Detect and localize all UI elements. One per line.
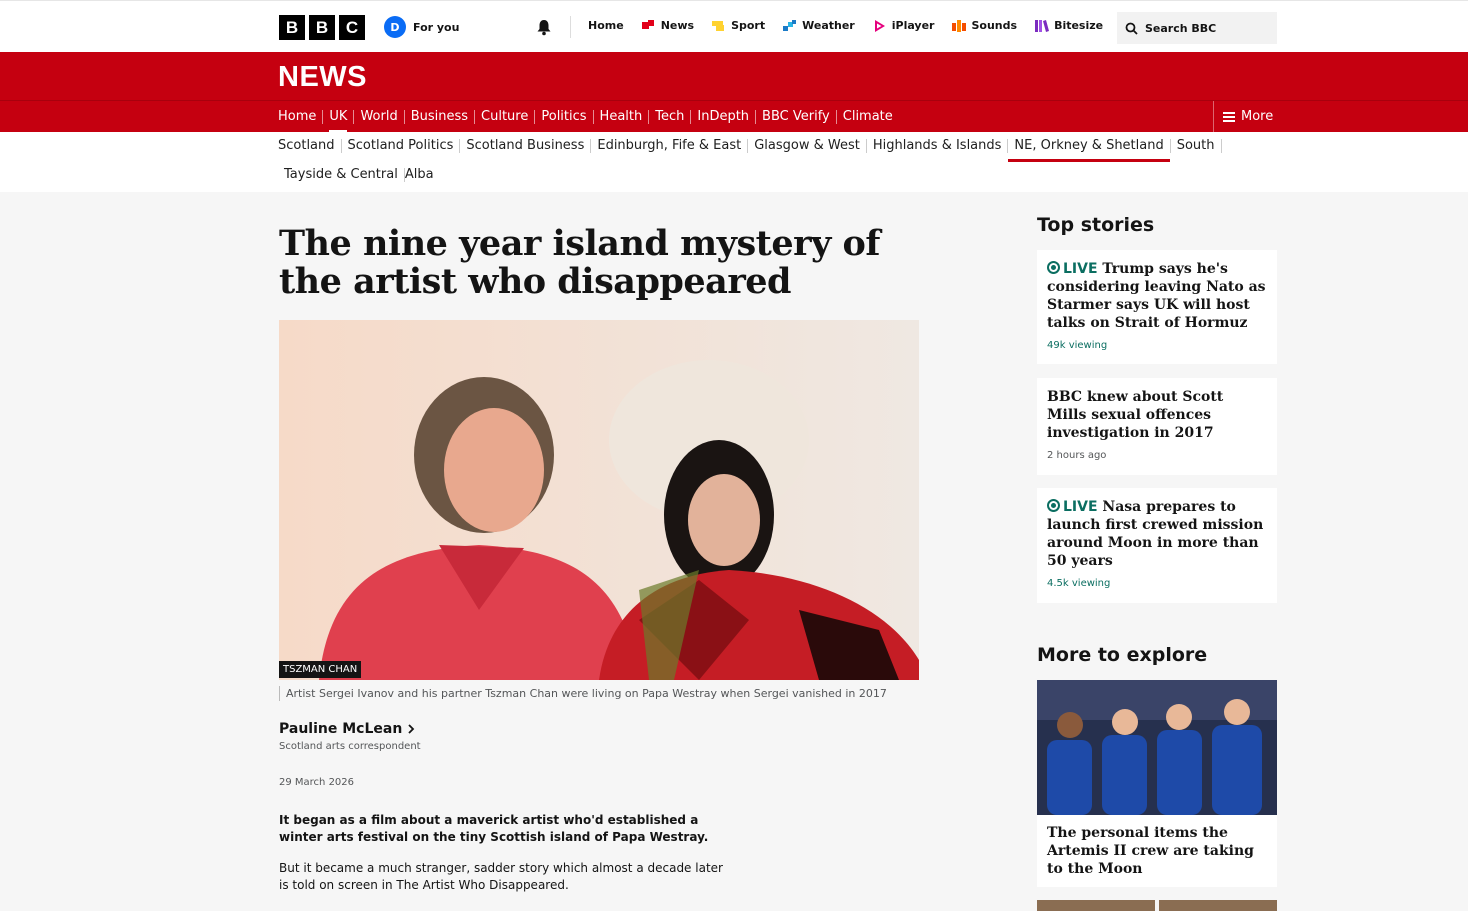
news-logo[interactable]: NEWS [278,61,367,94]
story-meta: 49k viewing [1047,340,1108,351]
sub-nav-item[interactable]: Scotland [278,139,342,153]
sub-nav-item[interactable]: Scotland Business [460,139,592,153]
chevron-right-icon [408,724,415,734]
section-nav-item[interactable]: Tech [649,109,692,124]
story-meta: 2 hours ago [1047,450,1107,461]
top-story-card[interactable]: LIVE Trump says he's considering leaving… [1037,250,1277,364]
author-name: Pauline McLean [279,721,403,737]
nav-label: Sounds [971,19,1018,32]
search-placeholder: Search BBC [1145,21,1217,35]
sub-nav-item[interactable]: NE, Orkney & Shetland [1008,139,1171,162]
sport-icon [712,20,725,31]
nav-weather[interactable]: Weather [783,19,855,32]
section-nav-item[interactable]: Politics [535,109,594,124]
section-nav-item[interactable]: Home [278,109,324,124]
for-you-button[interactable]: D For you [384,16,459,38]
section-nav-item[interactable]: Business [405,109,476,124]
search-icon [1125,22,1138,35]
explore-card[interactable]: The personal items the Artemis II crew a… [1037,815,1277,887]
section-nav-item[interactable]: World [354,109,405,124]
nav-iplayer[interactable]: iPlayer [873,19,935,32]
story-title: LIVE Trump says he's considering leaving… [1047,260,1267,332]
logo-letter: B [279,15,305,40]
nav-bitesize[interactable]: Bitesize [1035,19,1103,32]
logo-letter: C [339,15,365,40]
bell-icon[interactable] [535,18,553,36]
sub-nav-item[interactable]: Scotland Politics [342,139,461,153]
more-label: More [1241,109,1274,124]
sub-nav-item[interactable]: Tayside & Central [278,168,405,182]
section-nav-item[interactable]: Culture [475,109,536,124]
sub-nav-item[interactable]: Highlands & Islands [867,139,1009,153]
image-caption: Artist Sergei Ivanov and his partner Tsz… [279,686,887,701]
section-nav-item[interactable]: BBC Verify [756,109,837,124]
search-box[interactable]: Search BBC [1117,12,1277,44]
more-menu-button[interactable]: More [1213,101,1277,132]
avatar: D [384,16,406,38]
explore-image[interactable] [1037,680,1277,815]
author-role: Scotland arts correspondent [279,741,421,752]
sub-nav-item[interactable]: Edinburgh, Fife & East [591,139,749,153]
live-label: LIVE [1063,261,1098,277]
top-story-card[interactable]: BBC knew about Scott Mills sexual offenc… [1037,378,1277,475]
hero-image [279,320,919,680]
news-icon [641,19,654,29]
article-lede: It began as a film about a maverick arti… [279,813,709,844]
weather-icon [783,19,797,31]
nav-sport[interactable]: Sport [712,19,765,32]
author-link[interactable]: Pauline McLean [279,721,415,737]
for-you-label: For you [413,20,460,34]
nav-label: Home [588,19,624,32]
bitesize-icon [1035,19,1050,32]
nav-label: Sport [731,19,766,32]
iplayer-icon [874,19,885,32]
global-header: B B C D For you Home News Sport Weather … [0,0,1468,52]
explore-title: The personal items the Artemis II crew a… [1047,825,1254,877]
nav-sounds[interactable]: Sounds [952,19,1017,32]
hero-photo [279,320,919,680]
live-icon [1047,261,1060,274]
sub-nav-item[interactable]: Alba [405,168,440,182]
bbc-logo[interactable]: B B C [279,15,365,40]
live-label: LIVE [1063,499,1098,515]
story-title: LIVE Nasa prepares to launch first crewe… [1047,498,1267,570]
sounds-icon [952,19,967,32]
article-paragraph: But it became a much stranger, sadder st… [279,861,723,892]
section-nav: Home UK World Business Culture Politics Health… [0,100,1468,133]
nav-news[interactable]: News [641,19,695,32]
nav-label: Bitesize [1054,19,1104,32]
header-divider [570,16,571,38]
hamburger-icon [1223,111,1235,122]
sub-nav: Scotland Scotland Politics Scotland Busine… [0,132,1468,192]
image-credit: TSZMAN CHAN [279,661,362,678]
sub-nav-item[interactable]: South [1171,139,1222,153]
story-title: BBC knew about Scott Mills sexual offenc… [1047,389,1224,441]
logo-letter: B [309,15,335,40]
nav-home[interactable]: Home [588,19,624,32]
section-nav-item[interactable]: InDepth [691,109,757,124]
sub-nav-item[interactable]: Glasgow & West [748,139,867,153]
story-meta: 4.5k viewing [1047,578,1111,589]
live-badge: LIVE [1047,499,1098,515]
top-story-card[interactable]: LIVE Nasa prepares to launch first crewe… [1037,488,1277,603]
article-headline: The nine year island mystery of the arti… [279,223,880,302]
section-nav-item[interactable]: Health [594,109,650,124]
astronauts-photo [1037,680,1277,815]
nav-label: Weather [802,19,855,32]
next-card-peek [1037,900,1277,911]
live-badge: LIVE [1047,261,1098,277]
section-nav-item[interactable]: Climate [837,109,899,124]
section-nav-item[interactable]: UK [323,109,355,133]
live-icon [1047,499,1060,512]
global-nav: Home News Sport Weather iPlayer Sounds B… [588,17,1155,33]
news-banner: NEWS [0,52,1468,100]
nav-label: News [660,19,695,32]
article-date: 29 March 2026 [279,777,355,788]
nav-label: iPlayer [891,19,935,32]
top-stories-heading: Top stories [1037,214,1155,236]
more-to-explore-heading: More to explore [1037,644,1208,666]
